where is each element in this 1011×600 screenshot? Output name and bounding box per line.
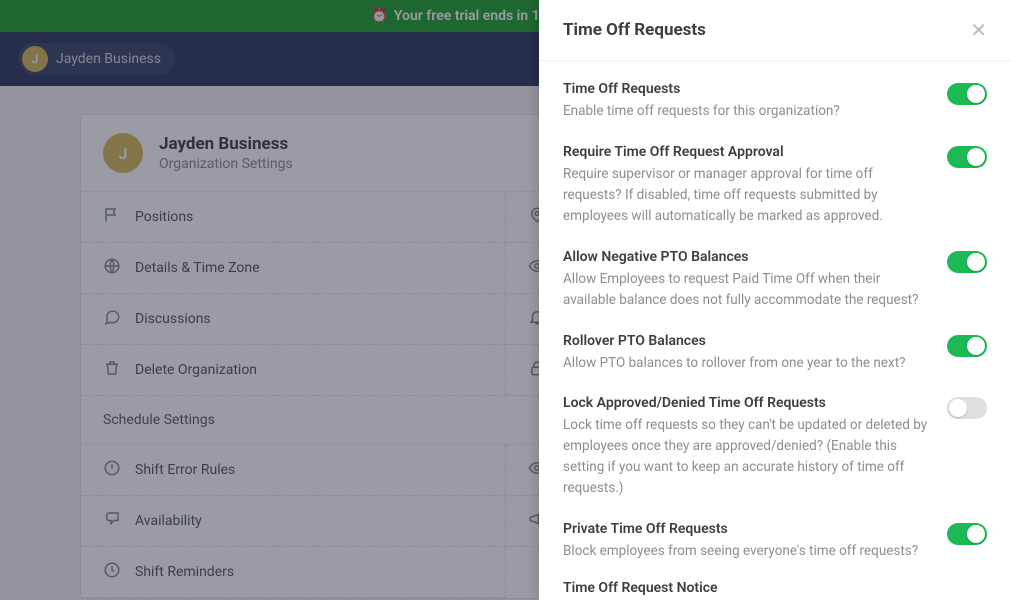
setting-title: Require Time Off Request Approval xyxy=(563,144,931,160)
setting-title: Rollover PTO Balances xyxy=(563,333,931,349)
setting-title: Allow Negative PTO Balances xyxy=(563,249,931,265)
setting-desc: Enable time off requests for this organi… xyxy=(563,101,931,122)
setting-desc: Lock time off requests so they can't be … xyxy=(563,415,931,499)
setting-desc: Block employees from seeing everyone's t… xyxy=(563,541,931,562)
setting-row: Rollover PTO Balances Allow PTO balances … xyxy=(563,319,987,382)
setting-row: Allow Negative PTO Balances Allow Employe… xyxy=(563,235,987,319)
setting-desc: Require supervisor or manager approval f… xyxy=(563,164,931,227)
setting-row: Private Time Off Requests Block employees… xyxy=(563,507,987,570)
setting-desc: Allow PTO balances to rollover from one … xyxy=(563,353,931,374)
toggle-switch[interactable] xyxy=(947,251,987,273)
setting-row: Require Time Off Request Approval Require… xyxy=(563,130,987,235)
panel-title: Time Off Requests xyxy=(563,20,706,40)
toggle-switch[interactable] xyxy=(947,523,987,545)
setting-title: Lock Approved/Denied Time Off Requests xyxy=(563,395,931,411)
close-icon[interactable]: ✕ xyxy=(970,18,987,42)
setting-row: Lock Approved/Denied Time Off Requests Lo… xyxy=(563,381,987,507)
setting-title: Time Off Requests xyxy=(563,81,931,97)
setting-row: Time Off Requests Enable time off request… xyxy=(563,67,987,130)
toggle-switch[interactable] xyxy=(947,146,987,168)
time-off-panel: Time Off Requests ✕ Time Off Requests Ena… xyxy=(539,0,1011,600)
toggle-switch[interactable] xyxy=(947,83,987,105)
toggle-switch[interactable] xyxy=(947,397,987,419)
setting-desc: Allow Employees to request Paid Time Off… xyxy=(563,269,931,311)
toggle-switch[interactable] xyxy=(947,335,987,357)
notice-title: Time Off Request Notice xyxy=(563,580,987,596)
setting-title: Private Time Off Requests xyxy=(563,521,931,537)
